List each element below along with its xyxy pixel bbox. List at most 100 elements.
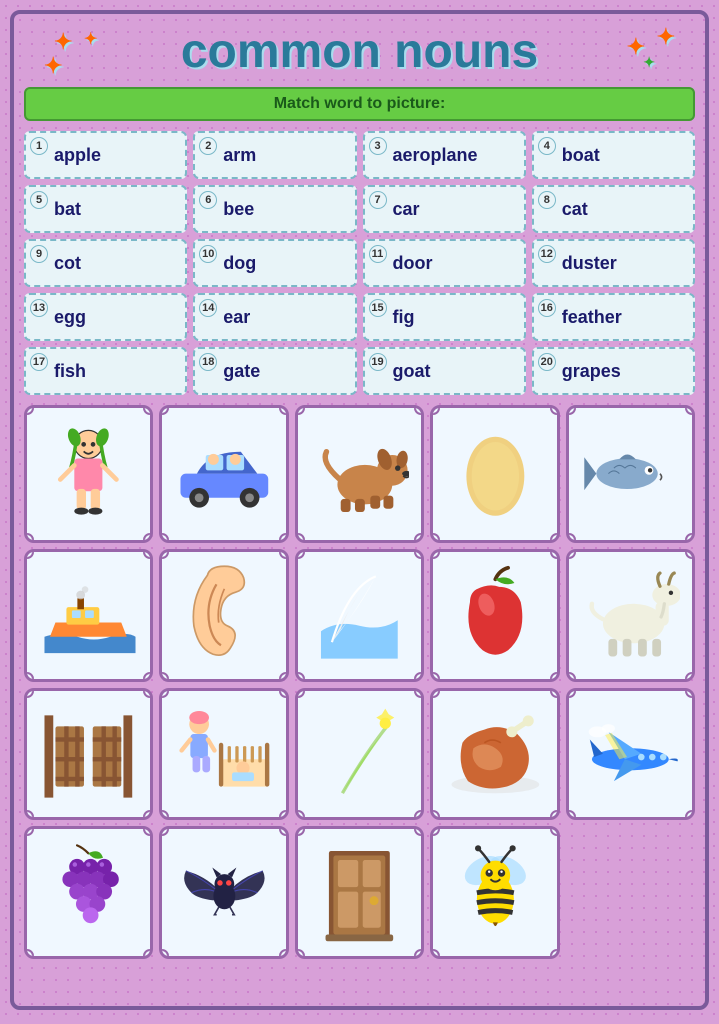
pic-dot-bl bbox=[295, 533, 305, 543]
pic-dot-tl bbox=[566, 405, 576, 415]
pic-dot-br bbox=[143, 533, 153, 543]
pic-dot-tr bbox=[279, 688, 289, 698]
pic-dot-tr bbox=[143, 688, 153, 698]
word-num-6: 6 bbox=[199, 191, 217, 209]
picture-cell-12 bbox=[159, 688, 288, 821]
word-cell-13: 13egg bbox=[24, 293, 187, 341]
word-cell-16: 16feather bbox=[532, 293, 695, 341]
pic-dot-tl bbox=[24, 688, 34, 698]
word-num-19: 19 bbox=[369, 353, 387, 371]
picture-cell-8 bbox=[295, 549, 424, 682]
word-cell-20: 20 grapes bbox=[532, 347, 695, 395]
star-decoration-tl: ✦ bbox=[54, 29, 72, 55]
word-cell-9: 9cot bbox=[24, 239, 187, 287]
pic-dot-tl bbox=[295, 688, 305, 698]
pic-dot-bl bbox=[159, 810, 169, 820]
pic-dot-tl bbox=[159, 826, 169, 836]
star-decoration-tr2: ✦ bbox=[627, 34, 645, 60]
word-label-9: cot bbox=[54, 253, 81, 274]
pic-dot-br bbox=[550, 533, 560, 543]
word-num-2: 2 bbox=[199, 137, 217, 155]
picture-cell-16 bbox=[24, 826, 153, 959]
pic-dot-tl bbox=[295, 826, 305, 836]
pic-dot-br bbox=[414, 533, 424, 543]
word-cell-10: 10dog bbox=[193, 239, 356, 287]
word-num-15: 15 bbox=[369, 299, 387, 317]
word-label-14: ear bbox=[223, 307, 250, 328]
instruction-bar: Match word to picture: bbox=[24, 87, 695, 121]
picture-cell-6 bbox=[24, 549, 153, 682]
pic-dot-bl bbox=[295, 672, 305, 682]
word-cell-1: 1apple bbox=[24, 131, 187, 179]
star-decoration-2: ✦ bbox=[84, 29, 97, 49]
pic-dot-tr bbox=[685, 549, 695, 559]
pic-dot-br bbox=[414, 810, 424, 820]
picture-cell-10 bbox=[566, 549, 695, 682]
word-num-8: 8 bbox=[538, 191, 556, 209]
pic-dot-br bbox=[550, 810, 560, 820]
pic-dot-tr bbox=[550, 688, 560, 698]
pic-dot-bl bbox=[295, 949, 305, 959]
pic-dot-br bbox=[550, 672, 560, 682]
picture-cell-1 bbox=[24, 405, 153, 543]
word-label-6: bee bbox=[223, 199, 254, 220]
pic-dot-tl bbox=[159, 405, 169, 415]
pic-dot-br bbox=[414, 949, 424, 959]
pic-dot-br bbox=[550, 949, 560, 959]
pic-dot-br bbox=[279, 949, 289, 959]
word-cell-4: 4boat bbox=[532, 131, 695, 179]
word-cell-6: 6 bee bbox=[193, 185, 356, 233]
main-container: ✦ ✦ common nouns ✦ ✦ ✦ ✦ Match word to p… bbox=[10, 10, 709, 1010]
instruction-text: Match word to picture: bbox=[274, 95, 446, 112]
pic-dot-bl bbox=[159, 533, 169, 543]
pic-dot-br bbox=[279, 533, 289, 543]
picture-cell-15 bbox=[566, 688, 695, 821]
word-num-14: 14 bbox=[199, 299, 217, 317]
pic-dot-bl bbox=[159, 949, 169, 959]
word-cell-18: 18gate bbox=[193, 347, 356, 395]
word-label-18: gate bbox=[223, 361, 260, 382]
word-cell-15: 15fig bbox=[363, 293, 526, 341]
pic-dot-tl bbox=[430, 688, 440, 698]
picture-cell-18 bbox=[295, 826, 424, 959]
pic-dot-tr bbox=[550, 549, 560, 559]
pic-dot-tl bbox=[566, 549, 576, 559]
picture-cell-13 bbox=[295, 688, 424, 821]
word-num-20: 20 bbox=[538, 353, 556, 371]
picture-cell-2 bbox=[159, 405, 288, 543]
pic-dot-tr bbox=[143, 826, 153, 836]
pic-dot-bl bbox=[24, 533, 34, 543]
word-label-20: grapes bbox=[562, 361, 621, 382]
pic-dot-tl bbox=[430, 549, 440, 559]
pic-dot-tl bbox=[295, 405, 305, 415]
word-label-12: duster bbox=[562, 253, 617, 274]
word-num-17: 17 bbox=[30, 353, 48, 371]
star-decoration-bl: ✦ bbox=[44, 53, 62, 79]
word-cell-11: 11door bbox=[363, 239, 526, 287]
picture-cell-7 bbox=[159, 549, 288, 682]
pic-dot-tr bbox=[279, 405, 289, 415]
picture-cell-3 bbox=[295, 405, 424, 543]
word-label-2: arm bbox=[223, 145, 256, 166]
word-cell-17: 17fish bbox=[24, 347, 187, 395]
pic-dot-tl bbox=[430, 826, 440, 836]
picture-cell-11 bbox=[24, 688, 153, 821]
pictures-grid bbox=[24, 405, 695, 959]
word-cell-14: 14 ear bbox=[193, 293, 356, 341]
pic-dot-tl bbox=[159, 549, 169, 559]
picture-cell-4 bbox=[430, 405, 559, 543]
word-cell-7: 7car bbox=[363, 185, 526, 233]
pic-dot-tl bbox=[24, 405, 34, 415]
word-label-19: goat bbox=[393, 361, 431, 382]
pic-dot-bl bbox=[566, 533, 576, 543]
word-label-3: aeroplane bbox=[393, 145, 478, 166]
word-label-7: car bbox=[393, 199, 420, 220]
pic-dot-tr bbox=[685, 405, 695, 415]
pic-dot-tr bbox=[414, 826, 424, 836]
picture-cell-17 bbox=[159, 826, 288, 959]
word-cell-12: 12duster bbox=[532, 239, 695, 287]
pic-dot-tr bbox=[550, 405, 560, 415]
pic-dot-br bbox=[143, 810, 153, 820]
pic-dot-bl bbox=[24, 949, 34, 959]
word-label-11: door bbox=[393, 253, 433, 274]
